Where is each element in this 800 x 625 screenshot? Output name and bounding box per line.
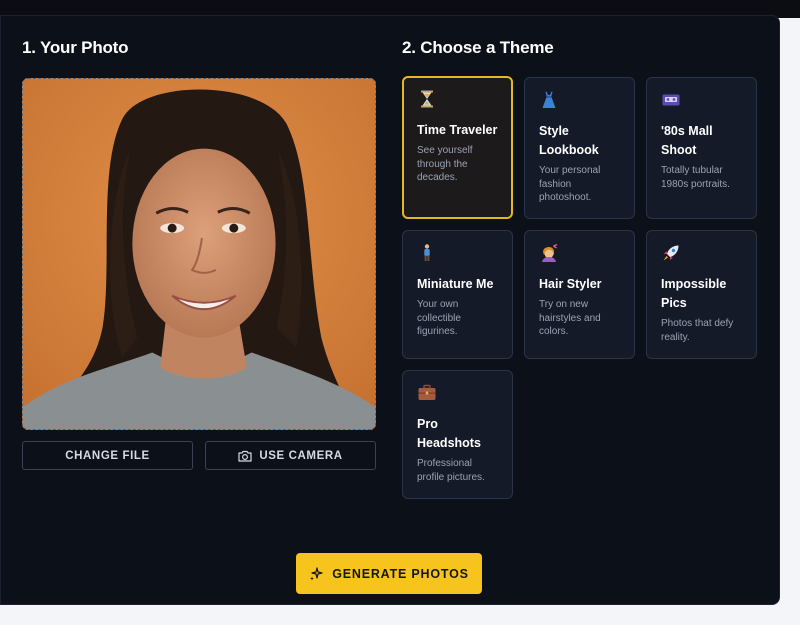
rocket-icon: [661, 243, 683, 265]
theme-card-style-lookbook[interactable]: Style Lookbook Your personal fashion pho…: [524, 77, 635, 219]
theme-description: See yourself through the decades.: [417, 145, 473, 183]
theme-title: Hair Styler: [539, 277, 602, 291]
sparkles-icon: [310, 566, 323, 580]
theme-card-impossible-pics[interactable]: Impossible Pics Photos that defy reality…: [646, 230, 757, 359]
camera-icon: [238, 450, 252, 462]
theme-description: Photos that defy reality.: [661, 318, 734, 343]
theme-card-hair-styler[interactable]: Hair Styler Try on new hairstyles and co…: [524, 230, 635, 359]
theme-title: Impossible Pics: [661, 277, 727, 310]
theme-card-miniature-me[interactable]: Miniature Me Your own collectible figuri…: [402, 230, 513, 359]
cassette-icon: [661, 90, 683, 112]
theme-title: Style Lookbook: [539, 124, 599, 157]
photo-section-heading: 1. Your Photo: [22, 38, 129, 57]
briefcase-icon: [417, 383, 439, 405]
use-camera-label: USE CAMERA: [259, 449, 343, 462]
theme-card-time-traveler[interactable]: Time Traveler See yourself through the d…: [402, 76, 513, 219]
hourglass-icon: [417, 89, 439, 111]
theme-title: Pro Headshots: [417, 417, 481, 450]
theme-description: Try on new hairstyles and colors.: [539, 299, 601, 337]
theme-description: Professional profile pictures.: [417, 458, 485, 483]
generate-photos-button[interactable]: GENERATE PHOTOS: [296, 553, 482, 594]
theme-title: Miniature Me: [417, 277, 494, 291]
figurine-icon: [417, 243, 439, 265]
portrait-image: [23, 79, 375, 429]
theme-description: Your own collectible figurines.: [417, 299, 461, 337]
theme-title: '80s Mall Shoot: [661, 124, 713, 157]
uploaded-photo: [22, 78, 376, 430]
theme-description: Your personal fashion photoshoot.: [539, 165, 601, 203]
theme-card-80s-mall-shoot[interactable]: '80s Mall Shoot Totally tubular 1980s po…: [646, 77, 757, 219]
theme-description: Totally tubular 1980s portraits.: [661, 165, 730, 190]
generate-photos-label: GENERATE PHOTOS: [332, 566, 469, 581]
dress-icon: [539, 90, 561, 112]
change-file-button[interactable]: CHANGE FILE: [22, 441, 193, 470]
theme-card-pro-headshots[interactable]: Pro Headshots Professional profile pictu…: [402, 370, 513, 499]
use-camera-button[interactable]: USE CAMERA: [205, 441, 376, 470]
theme-section-heading: 2. Choose a Theme: [402, 38, 554, 57]
theme-title: Time Traveler: [417, 123, 498, 137]
haircut-icon: [539, 243, 561, 265]
